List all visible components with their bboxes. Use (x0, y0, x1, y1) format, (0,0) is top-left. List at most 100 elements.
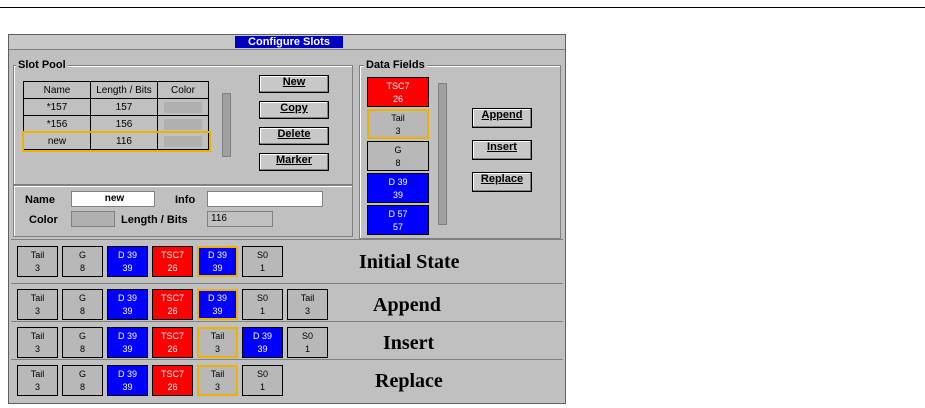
slot-bits: 1 (259, 263, 265, 273)
sequence-label: Append (373, 294, 441, 316)
sequence-slot[interactable]: Tail 3 (197, 365, 238, 396)
slot-name: Tail (30, 331, 45, 341)
sequence-slot[interactable]: S0 1 (242, 289, 283, 320)
row-color[interactable] (157, 98, 209, 116)
row-length[interactable]: 116 (90, 132, 158, 150)
data-fields-scrollbar[interactable] (438, 83, 447, 225)
sequence-slot[interactable]: D 39 39 (197, 289, 238, 320)
slot-pool-table: Name Length / Bits Color *157 157 *156 1… (21, 81, 211, 152)
slot-pool-scrollbar[interactable] (222, 93, 231, 157)
append-button[interactable]: Append (472, 108, 532, 128)
row-color[interactable] (157, 132, 209, 150)
data-field-item[interactable]: TSC7 26 (367, 77, 429, 107)
color-swatch[interactable] (71, 211, 115, 227)
slot-bits: 3 (395, 126, 401, 136)
slot-name: D 39 (252, 331, 272, 341)
sequence-slot[interactable]: Tail 3 (17, 246, 58, 277)
data-field-item[interactable]: D 39 39 (367, 173, 429, 203)
replace-button[interactable]: Replace (472, 172, 532, 192)
data-field-item[interactable]: D 57 57 (367, 205, 429, 235)
row-length[interactable]: 156 (90, 115, 158, 133)
sequence-slot[interactable]: D 39 39 (107, 289, 148, 320)
slot-bits: 26 (167, 344, 178, 354)
color-label: Color (29, 214, 58, 226)
slot-bits: 3 (34, 344, 40, 354)
slot-name: D 39 (117, 331, 137, 341)
sequence-slot[interactable]: TSC7 26 (152, 289, 193, 320)
slot-name: Tail (30, 293, 45, 303)
row-name[interactable]: *156 (23, 115, 91, 133)
row-name[interactable]: new (23, 132, 91, 150)
slot-bits: 57 (392, 222, 403, 232)
column-header-name: Name (23, 81, 91, 99)
sequence-slot[interactable]: D 39 39 (107, 327, 148, 358)
sequence-slot[interactable]: Tail 3 (17, 289, 58, 320)
slot-bits: 8 (79, 344, 85, 354)
data-field-item[interactable]: Tail 3 (367, 109, 429, 139)
sequence-slot[interactable]: G8 (62, 289, 103, 320)
slot-name: G (78, 369, 86, 379)
slot-bits: 3 (34, 382, 40, 392)
slot-name: D 39 (117, 369, 137, 379)
slot-name: D 39 (207, 250, 227, 260)
table-row[interactable]: *156 156 (23, 115, 209, 133)
sequence-label: Replace (375, 370, 443, 392)
slot-bits: 26 (392, 94, 403, 104)
sequence-slot[interactable]: TSC7 26 (152, 365, 193, 396)
sequence-slot[interactable]: G8 (62, 365, 103, 396)
row-color[interactable] (157, 115, 209, 133)
slot-bits: 8 (395, 158, 401, 168)
slot-name: D 57 (388, 209, 408, 219)
sequence-label: Insert (383, 332, 435, 354)
slot-bits: 26 (167, 263, 178, 273)
row-length[interactable]: 157 (90, 98, 158, 116)
slot-name: D 39 (207, 293, 227, 303)
sequence-slot[interactable]: Tail 3 (17, 327, 58, 358)
sequence-slot[interactable]: D 39 39 (107, 365, 148, 396)
copy-button[interactable]: Copy (259, 101, 329, 119)
length-field[interactable]: 116 (207, 211, 273, 227)
marker-button[interactable]: Marker (259, 153, 329, 171)
sequence-slot[interactable]: G8 (62, 246, 103, 277)
sequence-slot[interactable]: D 39 39 (197, 246, 238, 277)
sequence-slot[interactable]: G8 (62, 327, 103, 358)
sequence-slot[interactable]: S0 1 (287, 327, 328, 358)
sequence-slot[interactable]: S0 1 (242, 246, 283, 277)
info-field[interactable] (207, 191, 323, 207)
slot-name: G (78, 250, 86, 260)
table-row-selected[interactable]: new 116 (21, 130, 211, 152)
sequence-slot[interactable]: Tail 3 (17, 365, 58, 396)
slot-name: TSC7 (160, 369, 184, 379)
slot-name: D 39 (388, 177, 408, 187)
delete-button[interactable]: Delete (259, 127, 329, 145)
sequence-slot[interactable]: Tail 3 (287, 289, 328, 320)
window-title: Configure Slots (235, 36, 343, 48)
slot-bits: 1 (259, 306, 265, 316)
configure-slots-window: Configure Slots Slot Pool Name Length / … (8, 34, 566, 404)
slot-bits: 3 (34, 263, 40, 273)
slot-bits: 39 (122, 382, 133, 392)
slot-name: S0 (301, 331, 313, 341)
sequence-slot[interactable]: TSC7 26 (152, 327, 193, 358)
slot-name: Tail (210, 369, 225, 379)
slot-name: G (78, 293, 86, 303)
sequence-slot[interactable]: S0 1 (242, 365, 283, 396)
insert-button[interactable]: Insert (472, 140, 532, 160)
slot-name: Tail (210, 331, 225, 341)
new-button[interactable]: New (259, 75, 329, 93)
sequence-slot[interactable]: TSC7 26 (152, 246, 193, 277)
sequence-slot[interactable]: D 39 39 (242, 327, 283, 358)
sequence-slot[interactable]: D 39 39 (107, 246, 148, 277)
row-name[interactable]: *157 (23, 98, 91, 116)
slot-bits: 39 (122, 306, 133, 316)
data-field-item[interactable]: G8 (367, 141, 429, 171)
sequence-slot[interactable]: Tail 3 (197, 327, 238, 358)
sequence-label: Initial State (359, 251, 460, 273)
column-header-color: Color (157, 81, 209, 99)
name-field[interactable]: new (71, 191, 155, 207)
title-bar: Configure Slots (9, 35, 565, 50)
length-label: Length / Bits (121, 214, 188, 226)
name-label: Name (25, 194, 55, 206)
slot-bits: 26 (167, 306, 178, 316)
table-row[interactable]: *157 157 (23, 98, 209, 116)
